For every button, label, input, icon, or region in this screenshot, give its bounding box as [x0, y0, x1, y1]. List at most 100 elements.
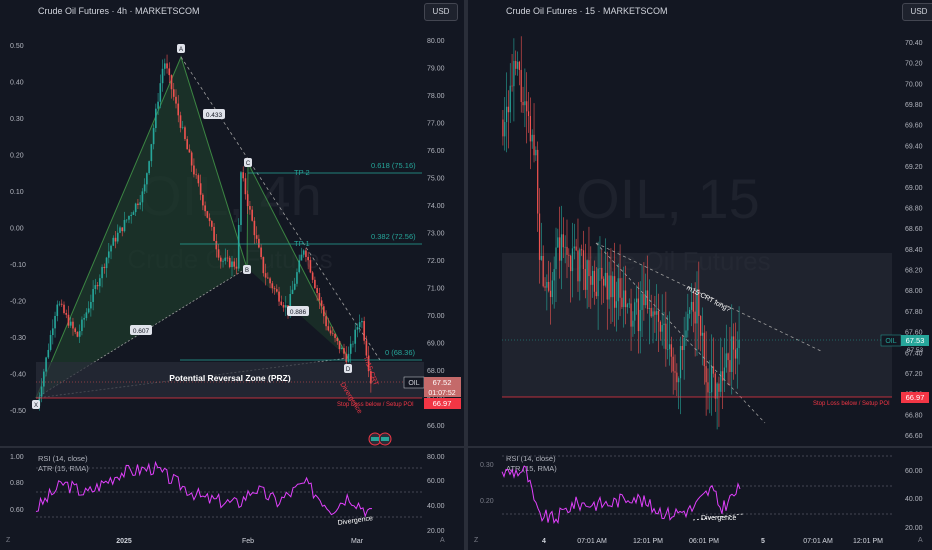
- candle-body-left: [226, 257, 229, 259]
- candle-body-left: [327, 326, 330, 331]
- pattern-point-label: A: [179, 47, 183, 53]
- candle-body-left: [159, 83, 162, 102]
- candle-body-right: [524, 101, 526, 106]
- pattern-point-label: B: [245, 268, 249, 274]
- left-chart-svg[interactable]: OIL, 4h Crude Oil Futures 80.0079.0078.0…: [0, 0, 464, 550]
- candle-body-right: [511, 85, 513, 87]
- chart-workspace: Crude Oil Futures · 4h · MARKETSCOM USD …: [0, 0, 932, 550]
- candle-body-right: [718, 383, 720, 392]
- candle-body-right: [504, 122, 506, 137]
- candle-body-right: [694, 311, 696, 324]
- candle-body-left: [300, 254, 303, 261]
- candle-body-right: [564, 246, 566, 248]
- candle-body-left: [284, 305, 287, 308]
- candle-body-right: [593, 270, 596, 292]
- candle-body-left: [340, 348, 343, 350]
- right-price-tick: 68.80: [905, 205, 923, 212]
- candle-body-left: [309, 260, 312, 273]
- candle-body-left: [233, 261, 236, 267]
- right-price-tick: 70.00: [905, 81, 923, 88]
- svg-text:0.607: 0.607: [133, 328, 150, 335]
- candle-body-left: [343, 348, 345, 354]
- candle-body-left: [101, 266, 103, 279]
- candle-body-right: [650, 307, 652, 317]
- candle-body-left: [258, 238, 260, 248]
- left-time-tick: 2025: [116, 538, 132, 545]
- candle-body-left: [94, 285, 97, 289]
- right-price-axis[interactable]: 70.40 70.20 70.00 69.80 69.60 69.40 69.20 69.00…: [905, 40, 923, 440]
- fib-382-label: 0.382 (72.56): [371, 232, 416, 241]
- candle-body-left: [40, 386, 43, 397]
- candle-body-right: [654, 311, 656, 315]
- candle-body-left: [242, 172, 245, 179]
- fib-618-label: 0.618 (75.16): [371, 161, 416, 170]
- candle-body-left: [90, 301, 92, 309]
- right-auto-label[interactable]: A: [918, 537, 923, 544]
- candle-body-left: [76, 331, 79, 337]
- candle-body-right: [656, 311, 658, 315]
- candle-body-left: [143, 184, 146, 192]
- candle-body-left: [271, 283, 274, 289]
- left-time-axis[interactable]: 2025 Feb Mar: [116, 538, 363, 545]
- candle-body-left: [103, 266, 106, 269]
- left-price-tick: 77.00: [427, 121, 445, 128]
- stop-loss-label: Stop Loss below / Setup POI: [337, 402, 414, 408]
- candle-body-left: [213, 226, 215, 241]
- candle-body-left: [132, 212, 135, 215]
- pattern-point-label: D: [346, 367, 351, 373]
- right-time-tick: 06:01 PM: [689, 538, 719, 545]
- candle-body-left: [134, 203, 137, 213]
- candle-body-left: [54, 315, 56, 329]
- pattern-point-label: C: [246, 161, 251, 167]
- right-zoom-label[interactable]: Z: [474, 537, 478, 544]
- candle-body-right: [652, 311, 654, 317]
- right-stop-price-tag[interactable]: 66.97: [901, 392, 929, 403]
- candle-body-right: [533, 134, 535, 156]
- candle-body-right: [518, 61, 521, 70]
- svg-text:66.97: 66.97: [433, 399, 452, 408]
- candle-body-right: [659, 321, 661, 332]
- candle-body-right: [566, 246, 568, 255]
- left-price-tick: 71.00: [427, 286, 445, 293]
- right-rsi-right-tick: 20.00: [905, 525, 923, 532]
- left-price-tick: 80.00: [427, 38, 445, 45]
- candle-body-right: [637, 298, 640, 332]
- candle-body-left: [345, 353, 348, 362]
- left-time-tick: Feb: [242, 538, 254, 545]
- left-indicator-axis: 0.50 0.40 0.30 0.20 0.10 0.00 -0.10 -0.20 -0.30 -…: [10, 43, 26, 415]
- left-zoom-label[interactable]: Z: [6, 537, 10, 544]
- left-indicator-tick: -0.30: [10, 335, 26, 342]
- candle-body-right: [619, 278, 621, 298]
- candle-body-right: [507, 106, 510, 113]
- candle-body-right: [590, 276, 592, 285]
- candle-body-right: [544, 286, 546, 288]
- candle-body-right: [610, 275, 612, 298]
- candle-body-left: [358, 322, 361, 328]
- candle-body-left: [255, 235, 258, 239]
- left-auto-label[interactable]: A: [440, 537, 445, 544]
- candle-body-left: [244, 178, 247, 195]
- right-chart-pane[interactable]: Crude Oil Futures · 15 · MARKETSCOM USD …: [468, 0, 932, 550]
- candle-body-left: [202, 194, 204, 206]
- right-chart-svg[interactable]: OIL, 15 Crude Oil Futures 70.4070.2070.0…: [468, 0, 932, 550]
- left-indicator-tick: -0.20: [10, 299, 26, 306]
- stop-price-tag[interactable]: 66.97: [424, 398, 461, 409]
- left-indicator-tick: -0.40: [10, 372, 26, 379]
- left-chart-pane[interactable]: Crude Oil Futures · 4h · MARKETSCOM USD …: [0, 0, 464, 550]
- candle-body-left: [146, 173, 148, 185]
- candle-body-right: [549, 290, 552, 298]
- candle-body-right: [531, 134, 533, 142]
- candle-body-left: [105, 257, 108, 269]
- candle-body-right: [602, 278, 605, 286]
- right-time-axis[interactable]: 4 07:01 AM 12:01 PM 06:01 PM 5 07:01 AM 12:01 …: [542, 538, 883, 545]
- candle-body-left: [161, 68, 164, 84]
- left-rsi-right-tick: 20.00: [427, 528, 445, 535]
- alert-icons[interactable]: [368, 432, 392, 446]
- left-indicator-tick: 0.20: [10, 153, 24, 160]
- candle-body-left: [112, 237, 115, 246]
- left-price-tick: 78.00: [427, 93, 445, 100]
- candle-body-right: [648, 307, 650, 309]
- left-price-axis[interactable]: 80.00 79.00 78.00 77.00 76.00 75.00 74.00 73.00…: [427, 38, 445, 430]
- candle-body-right: [560, 234, 563, 261]
- candle-body-left: [356, 327, 359, 330]
